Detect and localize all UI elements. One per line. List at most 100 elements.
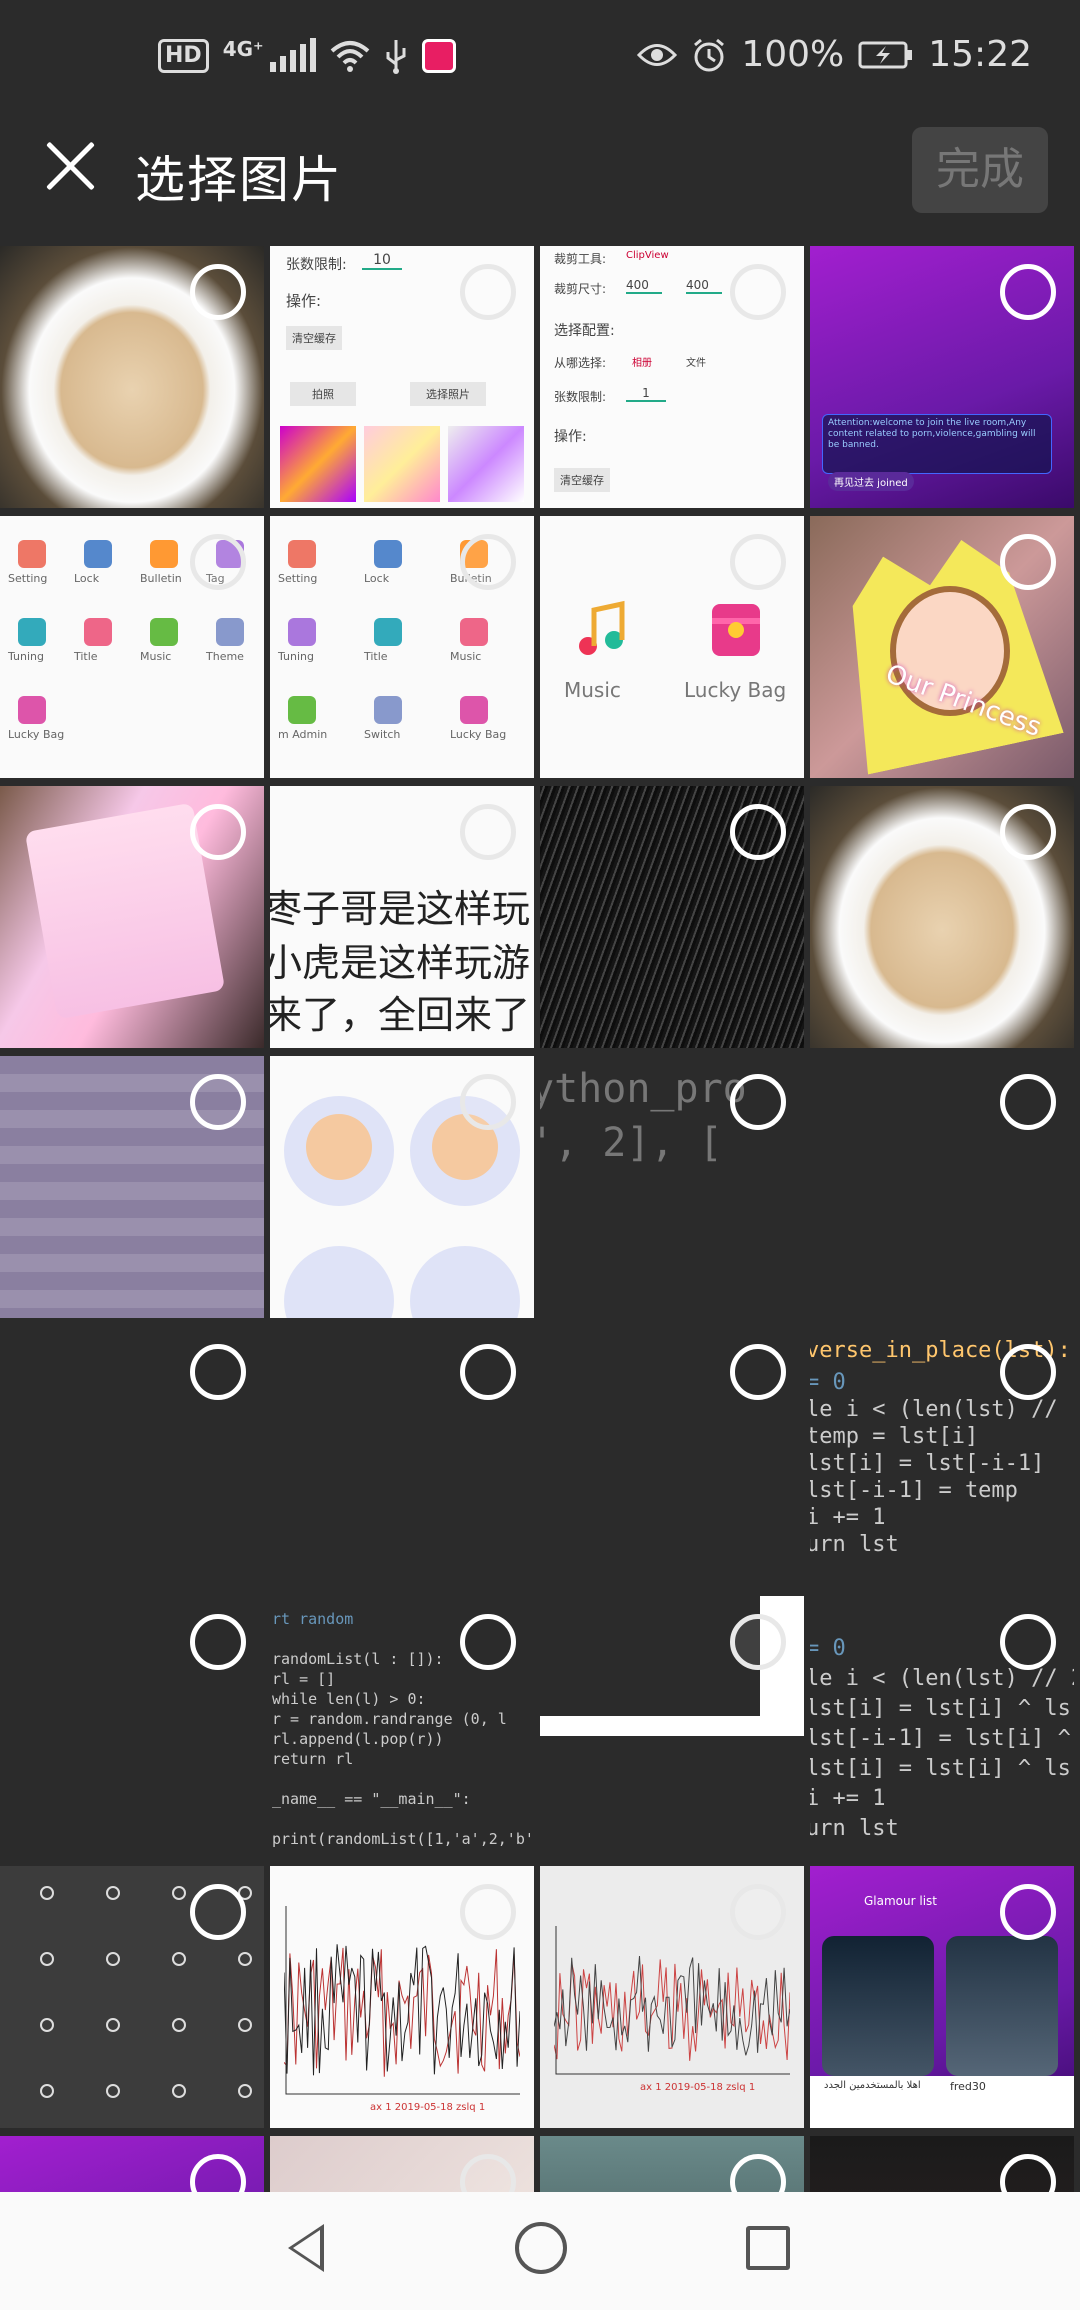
grid-dot <box>172 2018 186 2032</box>
code-line: return rl <box>272 1750 354 1768</box>
back-icon[interactable] <box>288 2224 324 2272</box>
code-line: temp = lst[i] <box>810 1424 979 1449</box>
photo-thumbnail[interactable] <box>0 1056 264 1318</box>
photo-thumbnail[interactable]: verse_in_place(lst): = 0 le i < (len(lst) … <box>810 1326 1074 1588</box>
photo-thumbnail[interactable] <box>810 1056 1074 1318</box>
photo-thumbnail[interactable] <box>540 786 804 1048</box>
select-circle[interactable] <box>730 1884 786 1940</box>
done-button[interactable]: 完成 <box>912 127 1048 213</box>
photo-thumbnail[interactable] <box>0 1866 264 2128</box>
select-circle[interactable] <box>190 1344 246 1400</box>
code-line: _name__ == "__main__": <box>272 1790 471 1808</box>
close-button[interactable] <box>42 138 98 194</box>
photo-thumbnail[interactable] <box>540 1326 804 1588</box>
select-circle[interactable] <box>190 2154 246 2192</box>
code-line: print(randomList([1,'a',2,'b', <box>272 1830 534 1848</box>
photo-thumbnail[interactable]: Attention:welcome to join the live room,… <box>810 246 1074 508</box>
app-icon-label: Tuning <box>8 650 45 663</box>
select-circle[interactable] <box>460 1344 516 1400</box>
signal-icon <box>269 38 316 72</box>
select-circle[interactable] <box>460 804 516 860</box>
select-circle[interactable] <box>460 264 516 320</box>
photo-thumbnail[interactable] <box>0 1596 264 1858</box>
photo-thumbnail[interactable] <box>540 1596 804 1858</box>
select-circle[interactable] <box>1000 804 1056 860</box>
photo-thumbnail[interactable]: rt random randomList(l : []): rl = [] while… <box>270 1596 534 1858</box>
select-circle[interactable] <box>460 1074 516 1130</box>
app-icon-label: Title <box>364 650 388 663</box>
select-circle[interactable] <box>460 1884 516 1940</box>
recents-icon[interactable] <box>746 2226 790 2270</box>
select-circle[interactable] <box>730 1074 786 1130</box>
select-circle[interactable] <box>730 1614 786 1670</box>
select-circle[interactable] <box>190 1884 246 1940</box>
photo-thumbnail[interactable]: Our Princess <box>810 516 1074 778</box>
photo-thumbnail[interactable] <box>270 1326 534 1588</box>
code-line: lst[i] = lst[i] ^ ls <box>810 1696 1071 1721</box>
status-right: 100% 15:22 <box>637 34 1032 75</box>
select-circle[interactable] <box>1000 2154 1056 2192</box>
photo-thumbnail[interactable] <box>0 2136 264 2192</box>
app-icon-label: Lucky Bag <box>450 728 507 741</box>
photo-thumbnail[interactable] <box>0 246 264 508</box>
thumb-text: 从哪选择: <box>554 356 607 370</box>
select-circle[interactable] <box>190 264 246 320</box>
grid-dot <box>172 1886 186 1900</box>
select-circle[interactable] <box>730 534 786 590</box>
photo-thumbnail[interactable] <box>270 2136 534 2192</box>
photo-thumbnail[interactable]: 枣子哥是这样玩 小虎是这样玩游 来了，全回来了！ <box>270 786 534 1048</box>
photo-thumbnail[interactable] <box>270 1056 534 1318</box>
select-circle[interactable] <box>730 2154 786 2192</box>
select-circle[interactable] <box>190 1614 246 1670</box>
select-circle[interactable] <box>1000 534 1056 590</box>
photo-thumbnail[interactable]: Setting Lock Bulletin Tag Tuning Title Music Th… <box>0 516 264 778</box>
code-line: rl.append(l.pop(r)) <box>272 1730 444 1748</box>
thumb-text: 清空缓存 <box>286 326 342 350</box>
select-circle[interactable] <box>1000 1614 1056 1670</box>
photo-thumbnail[interactable]: 张数限制: 10 操作: 清空缓存 拍照 选择照片 <box>270 246 534 508</box>
thumb-text: 小虎是这样玩游 <box>270 941 531 985</box>
select-circle[interactable] <box>730 1344 786 1400</box>
select-circle[interactable] <box>1000 264 1056 320</box>
select-circle[interactable] <box>730 804 786 860</box>
app-icon <box>216 618 244 646</box>
app-icon-label: Theme <box>206 650 244 663</box>
photo-thumbnail[interactable]: ython_pro ', 2], [ <box>540 1056 804 1318</box>
photo-thumbnail[interactable] <box>540 2136 804 2192</box>
photo-thumbnail[interactable]: 裁剪工具: ClipView 裁剪尺寸: 400 400 选择配置: 从哪选择:… <box>540 246 804 508</box>
select-circle[interactable] <box>460 2154 516 2192</box>
photo-thumbnail[interactable] <box>0 1326 264 1588</box>
photo-thumbnail[interactable] <box>810 2136 1074 2192</box>
code-line: rt random <box>272 1610 354 1628</box>
thumb-text: 1 <box>626 386 666 402</box>
select-circle[interactable] <box>1000 1884 1056 1940</box>
select-circle[interactable] <box>190 534 246 590</box>
app-icon <box>460 696 488 724</box>
photo-thumbnail[interactable] <box>810 786 1074 1048</box>
home-icon[interactable] <box>515 2222 567 2274</box>
grid-dot <box>40 2018 54 2032</box>
select-circle[interactable] <box>1000 1074 1056 1130</box>
thumb-text: ', 2], [ <box>540 1120 723 1166</box>
code-line: urn lst <box>810 1816 899 1841</box>
app-icon-label: Music <box>450 650 482 663</box>
select-circle[interactable] <box>460 1614 516 1670</box>
photo-thumbnail[interactable]: = 0 le i < (len(lst) // 2 lst[i] = lst[i]… <box>810 1596 1074 1858</box>
select-circle[interactable] <box>1000 1344 1056 1400</box>
app-icon-label: Music <box>140 650 172 663</box>
select-circle[interactable] <box>730 264 786 320</box>
thumb-text: 操作: <box>286 292 322 310</box>
photo-thumbnail[interactable]: Setting Lock Bulletin Tuning Title Music m Adm… <box>270 516 534 778</box>
photo-thumbnail[interactable]: ax 1 2019-05-18 zslq 1 <box>540 1866 804 2128</box>
photo-thumbnail[interactable] <box>0 786 264 1048</box>
photo-thumbnail[interactable]: ax 1 2019-05-18 zslq 1 <box>270 1866 534 2128</box>
thumb-text: 选择照片 <box>410 382 486 406</box>
photo-thumbnail[interactable]: Glamour list اهلا بالمستخدمين الجدد fred… <box>810 1866 1074 2128</box>
code-line: rl = [] <box>272 1670 336 1688</box>
select-circle[interactable] <box>190 1074 246 1130</box>
photo-thumbnail[interactable]: Music Lucky Bag <box>540 516 804 778</box>
select-circle[interactable] <box>460 534 516 590</box>
thumb-text: 拍照 <box>290 382 356 406</box>
code-line: r = random.randrange (0, l <box>272 1710 507 1728</box>
select-circle[interactable] <box>190 804 246 860</box>
